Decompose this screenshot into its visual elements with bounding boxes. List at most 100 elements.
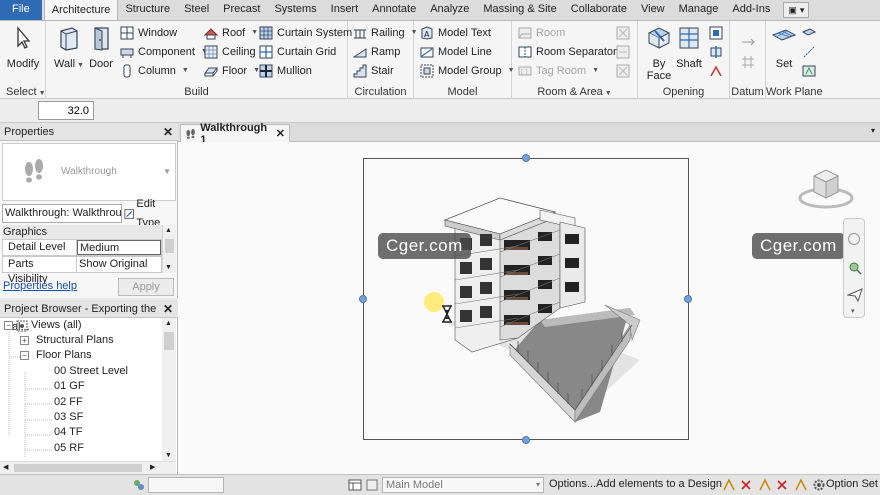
tab-collaborate[interactable]: Collaborate — [564, 0, 634, 20]
tab-menu-icon[interactable]: ▾ — [871, 126, 875, 135]
paper-plane-icon[interactable] — [847, 287, 863, 303]
scrollbar-thumb[interactable] — [164, 332, 174, 350]
tab-add-ins[interactable]: Add-Ins — [725, 0, 777, 20]
status-field[interactable] — [148, 477, 224, 493]
dormer-opening-icon[interactable] — [709, 64, 723, 78]
model-group-button[interactable]: Model Group ▼ — [420, 62, 515, 80]
active-design-option[interactable]: Main Model ▾ — [382, 477, 544, 493]
scroll-right-icon[interactable]: ▶ — [150, 463, 155, 471]
area-boundary-icon[interactable] — [616, 45, 630, 59]
chevron-down-icon[interactable]: ▾ — [851, 307, 855, 315]
instance-filter[interactable]: Walkthrough: Walkthrou — [2, 204, 122, 223]
property-value[interactable]: Show Original — [77, 257, 161, 272]
editable-only-icon[interactable] — [365, 478, 379, 492]
curtain-system-button[interactable]: Curtain System — [259, 24, 352, 42]
railing-button[interactable]: Railing ▼ — [353, 24, 418, 42]
selection-filter-icons[interactable] — [722, 478, 812, 492]
room-button[interactable]: Room — [518, 24, 565, 42]
browser-vertical-scrollbar[interactable]: ▲ ▼ — [162, 318, 176, 461]
type-selector[interactable]: Walkthrough ▼ — [2, 143, 176, 201]
steering-wheel-icon[interactable] — [848, 233, 860, 245]
crop-grip-top[interactable] — [522, 154, 530, 162]
scroll-down-icon[interactable]: ▼ — [165, 264, 172, 271]
model-text-button[interactable]: A Model Text — [420, 24, 491, 42]
set-work-plane-button[interactable]: Set — [765, 25, 803, 70]
view-cube[interactable] — [798, 162, 854, 210]
properties-help-link[interactable]: Properties help — [3, 280, 77, 292]
properties-title: Properties — [4, 126, 55, 138]
tab-precast[interactable]: Precast — [216, 0, 267, 20]
option-set-label[interactable]: Option Set — [826, 478, 878, 490]
zoom-icon[interactable] — [848, 261, 862, 275]
browser-horizontal-scrollbar[interactable]: ◀ ▶ — [0, 461, 176, 474]
column-button[interactable]: Column ▼ — [120, 62, 189, 80]
select-panel-title[interactable]: Select ▼ — [0, 86, 46, 98]
close-icon[interactable]: ✕ — [163, 300, 173, 318]
offset-input[interactable] — [38, 101, 94, 120]
stair-button[interactable]: Stair — [353, 62, 394, 80]
tab-annotate[interactable]: Annotate — [365, 0, 423, 20]
worksharing-icon[interactable] — [132, 478, 146, 492]
wall-opening-icon[interactable] — [709, 26, 723, 40]
crop-region[interactable] — [363, 158, 689, 440]
property-row-detail-level[interactable]: Detail Level Medium — [2, 239, 162, 256]
area-icon[interactable] — [616, 26, 630, 40]
design-options-icon[interactable] — [348, 478, 362, 492]
room-area-panel-title[interactable]: Room & Area ▼ — [512, 86, 637, 98]
options-button[interactable]: Options... — [549, 478, 596, 490]
tab-massing-site[interactable]: Massing & Site — [476, 0, 563, 20]
scroll-down-icon[interactable]: ▼ — [165, 452, 172, 459]
properties-header: Properties ✕ — [0, 123, 178, 141]
shaft-button[interactable]: Shaft — [670, 25, 708, 70]
close-icon[interactable]: ✕ — [276, 127, 285, 140]
room-separator-button[interactable]: Room Separator — [518, 43, 617, 61]
window-button[interactable]: Window — [120, 24, 177, 42]
apply-button[interactable]: Apply — [118, 278, 174, 296]
ref-plane-icon[interactable] — [802, 45, 816, 59]
group-graphics[interactable]: Graphics — [2, 225, 162, 239]
tab-steel[interactable]: Steel — [177, 0, 216, 20]
floor-button[interactable]: Floor ▼ — [204, 62, 260, 80]
edit-type-button[interactable]: Edit Type — [124, 198, 176, 229]
curtain-grid-button[interactable]: Curtain Grid — [259, 43, 336, 61]
level-icon[interactable] — [741, 35, 755, 49]
vertical-opening-icon[interactable] — [709, 45, 723, 59]
crop-grip-bottom[interactable] — [522, 436, 530, 444]
property-value[interactable]: Medium — [77, 240, 161, 255]
tab-analyze[interactable]: Analyze — [423, 0, 476, 20]
scrollbar-thumb[interactable] — [165, 239, 174, 253]
model-line-button[interactable]: Model Line — [420, 43, 492, 61]
tab-view[interactable]: View — [634, 0, 672, 20]
ceiling-button[interactable]: Ceiling — [204, 43, 256, 61]
tag-area-icon[interactable] — [616, 64, 630, 78]
ramp-button[interactable]: Ramp — [353, 43, 400, 61]
scroll-up-icon[interactable]: ▲ — [165, 227, 172, 234]
scroll-left-icon[interactable]: ◀ — [3, 463, 8, 471]
ribbon-toggle-button[interactable]: ▣ ▾ — [783, 2, 810, 18]
mullion-button[interactable]: Mullion — [259, 62, 312, 80]
view-tab-walkthrough[interactable]: Walkthrough 1 ✕ — [180, 122, 290, 146]
roof-button[interactable]: Roof ▼ — [204, 24, 258, 42]
gear-icon[interactable] — [812, 478, 826, 492]
scroll-up-icon[interactable]: ▲ — [165, 320, 172, 327]
show-work-plane-icon[interactable] — [802, 26, 816, 40]
scrollbar-thumb[interactable] — [14, 464, 142, 472]
tab-insert[interactable]: Insert — [324, 0, 366, 20]
close-icon[interactable]: ✕ — [163, 123, 173, 141]
grid-icon[interactable] — [741, 55, 755, 69]
crop-grip-right[interactable] — [684, 295, 692, 303]
tab-systems[interactable]: Systems — [267, 0, 323, 20]
tab-architecture[interactable]: Architecture — [43, 0, 119, 20]
properties-scrollbar[interactable]: ▲ ▼ — [162, 225, 176, 273]
list-item[interactable]: 00 Street Level — [54, 364, 128, 379]
tab-manage[interactable]: Manage — [672, 0, 726, 20]
property-row-parts-visibility[interactable]: Parts Visibility Show Original — [2, 256, 162, 285]
tab-file[interactable]: File — [0, 0, 42, 20]
tag-room-button[interactable]: [ ] Tag Room ▼ — [518, 62, 599, 80]
door-button[interactable]: Door — [82, 25, 120, 70]
crop-grip-left[interactable] — [359, 295, 367, 303]
component-button[interactable]: Component ▼ — [120, 43, 208, 61]
viewer-icon[interactable] — [802, 64, 816, 78]
tab-structure[interactable]: Structure — [118, 0, 177, 20]
modify-button[interactable]: Modify — [4, 25, 42, 70]
